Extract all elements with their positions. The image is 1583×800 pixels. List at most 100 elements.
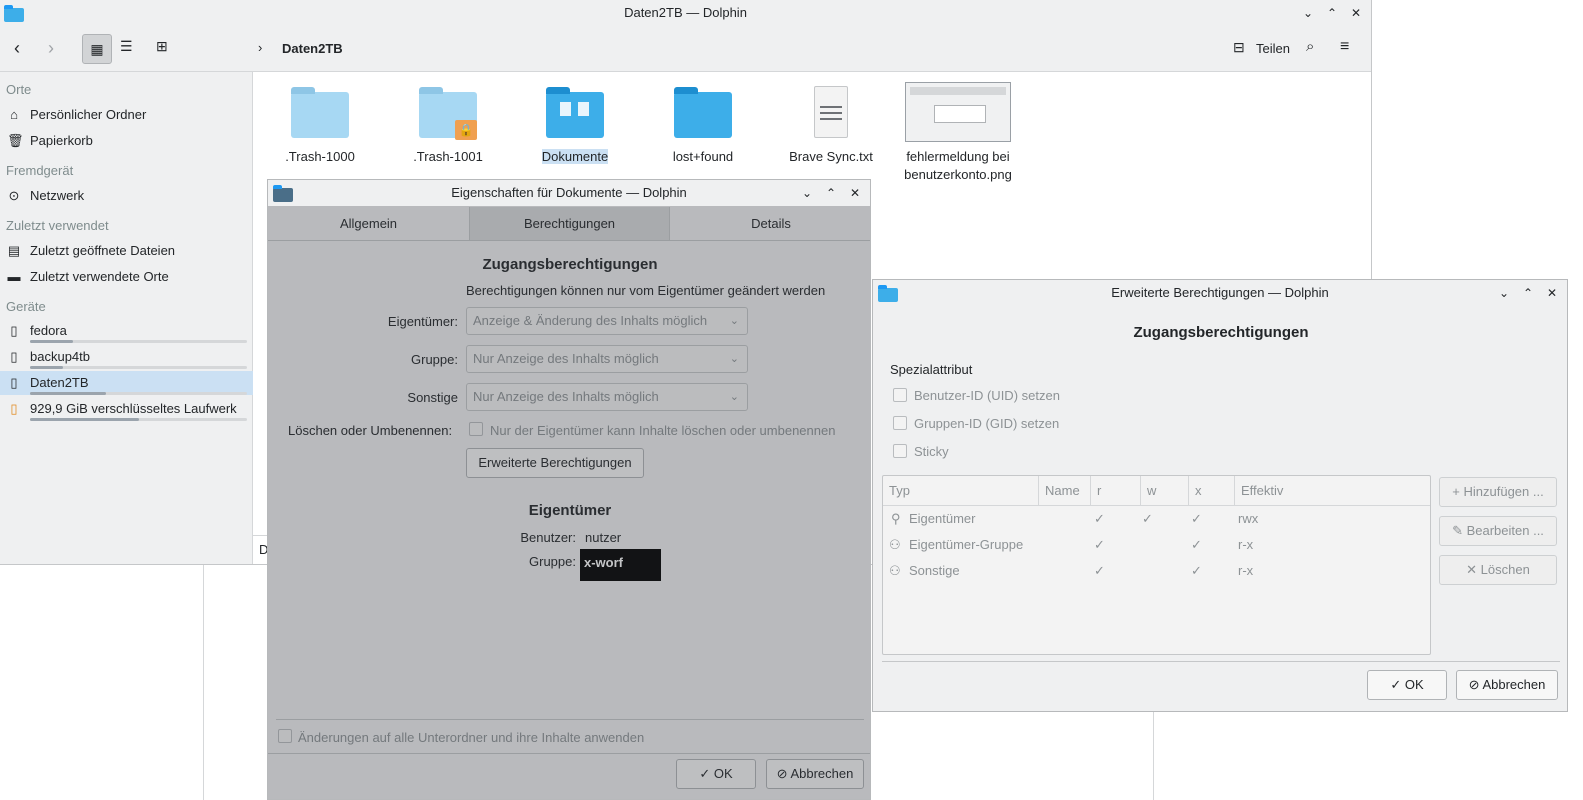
modal-dim-overlay <box>268 206 870 799</box>
row-effective: r-x <box>1238 563 1254 578</box>
minimize-button[interactable]: ⌄ <box>798 184 816 202</box>
sidebar-item-backup4tb[interactable]: ▯ backup4tb <box>0 345 253 369</box>
devices-header: Geräte <box>6 299 46 314</box>
file-item[interactable]: .Trash-1000 <box>260 86 380 166</box>
sidebar-item-recent-places[interactable]: ▬ Zuletzt verwendete Orte <box>0 265 253 289</box>
usage-bar-fill <box>30 392 106 395</box>
sidebar-item-label: Zuletzt verwendete Orte <box>30 269 169 284</box>
places-sidebar: Orte ⌂ Persönlicher Ordner 🗑 Papierkorb Fr… <box>0 72 253 564</box>
minimize-button[interactable]: ⌄ <box>1495 284 1513 302</box>
sidebar-item-trash[interactable]: 🗑 Papierkorb <box>0 129 253 153</box>
sidebar-item-encrypted-drive[interactable]: ▯ 929,9 GiB verschlüsseltes Laufwerk <box>0 397 253 421</box>
ok-label: OK <box>1404 677 1424 692</box>
sidebar-item-label: Papierkorb <box>30 133 93 148</box>
row-r: ✓ <box>1094 537 1105 552</box>
column-header-x[interactable]: x <box>1189 476 1235 506</box>
edit-entry-button[interactable]: ✎ Bearbeiten ... <box>1439 516 1557 546</box>
home-icon: ⌂ <box>10 107 18 122</box>
maximize-button[interactable]: ⌃ <box>822 184 840 202</box>
folder-icon <box>291 86 349 138</box>
column-header-name[interactable]: Name <box>1039 476 1091 506</box>
cancel-button[interactable]: ⊘ Abbrechen <box>1456 670 1558 700</box>
file-item[interactable]: Dokumente <box>515 86 635 166</box>
row-x: ✓ <box>1191 511 1202 526</box>
advanced-titlebar[interactable]: Erweiterte Berechtigungen — Dolphin ⌄ ⌃ … <box>873 280 1567 306</box>
table-row[interactable]: ⚇ Sonstige ✓ ✓ r-x <box>883 558 1430 584</box>
main-titlebar[interactable]: Daten2TB — Dolphin ⌄ ⌃ ✕ <box>0 0 1371 26</box>
usage-bar-fill <box>30 418 139 421</box>
add-entry-button[interactable]: + Hinzufügen ... <box>1439 477 1557 507</box>
sidebar-item-network[interactable]: ⊙ Netzwerk <box>0 184 253 208</box>
ok-button[interactable]: ✓ OK <box>1367 670 1447 700</box>
back-icon[interactable]: ‹ <box>14 38 20 59</box>
close-button[interactable]: ✕ <box>1543 284 1561 302</box>
app-folder-icon <box>878 285 898 302</box>
maximize-button[interactable]: ⌃ <box>1323 4 1341 22</box>
gid-checkbox[interactable] <box>893 416 907 430</box>
column-header-w[interactable]: w <box>1141 476 1189 506</box>
sticky-checkbox[interactable] <box>893 444 907 458</box>
sidebar-item-fedora[interactable]: ▯ fedora <box>0 319 253 343</box>
main-toolbar: ‹ › ▦ ☰ ⊞ › Daten2TB ⊟ Teilen ⌕ ≡ <box>0 26 1371 72</box>
file-item[interactable]: fehlermeldung bei benutzerkonto.png <box>898 82 1018 184</box>
sidebar-item-label: fedora <box>30 323 67 338</box>
table-row[interactable]: ⚇ Eigentümer-Gruppe ✓ ✓ r-x <box>883 532 1430 558</box>
file-item[interactable]: Brave Sync.txt <box>771 86 891 166</box>
file-item[interactable]: 🔒 .Trash-1001 <box>388 86 508 166</box>
properties-titlebar[interactable]: Eigenschaften für Dokumente — Dolphin ⌄ … <box>268 180 870 206</box>
main-title: Daten2TB — Dolphin <box>624 5 747 20</box>
documents-folder-icon <box>546 86 604 138</box>
sidebar-item-home[interactable]: ⌂ Persönlicher Ordner <box>0 103 253 127</box>
uid-label: Benutzer-ID (UID) setzen <box>914 388 1060 403</box>
properties-title: Eigenschaften für Dokumente — Dolphin <box>451 185 687 200</box>
delete-label: Löschen <box>1480 562 1530 577</box>
row-type: Eigentümer <box>909 511 976 526</box>
details-view-icon[interactable]: ⊞ <box>156 38 168 55</box>
close-button[interactable]: ✕ <box>1347 4 1365 22</box>
advanced-heading: Zugangsberechtigungen <box>1133 324 1309 341</box>
forward-icon[interactable]: › <box>48 38 54 59</box>
user-icon: ⚲ <box>891 511 901 526</box>
folder-icon <box>674 86 732 138</box>
encrypted-drive-icon: ▯ <box>10 401 18 416</box>
sidebar-item-daten2tb[interactable]: ▯ Daten2TB <box>0 371 253 395</box>
special-attr-header: Spezialattribut <box>890 362 973 377</box>
share-button[interactable]: Teilen <box>1256 41 1290 56</box>
hamburger-menu-icon[interactable]: ≡ <box>1340 38 1349 56</box>
sidebar-item-label: Netzwerk <box>30 188 85 203</box>
recent-places-icon: ▬ <box>7 269 21 284</box>
usage-bar-fill <box>30 366 63 369</box>
usage-bar-fill <box>30 340 74 343</box>
drive-icon: ▯ <box>10 375 18 390</box>
sidebar-item-recent-files[interactable]: ▤ Zuletzt geöffnete Dateien <box>0 239 253 263</box>
table-row[interactable]: ⚲ Eigentümer ✓ ✓ ✓ rwx <box>883 506 1430 532</box>
uid-checkbox[interactable] <box>893 388 907 402</box>
file-name-selected: Dokumente <box>541 149 609 164</box>
icons-view-icon[interactable]: ▦ <box>82 34 112 64</box>
breadcrumb-chevron-icon: › <box>258 40 263 55</box>
advanced-title: Erweiterte Berechtigungen — Dolphin <box>1111 285 1329 300</box>
image-thumbnail <box>905 82 1011 142</box>
search-icon[interactable]: ⌕ <box>1306 38 1314 55</box>
delete-entry-button[interactable]: ✕ Löschen <box>1439 555 1557 585</box>
column-header-r[interactable]: r <box>1091 476 1141 506</box>
minimize-button[interactable]: ⌄ <box>1299 4 1317 22</box>
compact-view-icon[interactable]: ☰ <box>120 38 133 55</box>
file-item[interactable]: lost+found <box>643 86 763 166</box>
usage-bar <box>30 340 247 343</box>
file-name: Brave Sync.txt <box>789 149 873 164</box>
pencil-icon: ✎ <box>1452 523 1467 538</box>
status-bar: D <box>253 535 268 563</box>
file-name: lost+found <box>672 149 734 164</box>
close-button[interactable]: ✕ <box>846 184 864 202</box>
cancel-icon: ⊘ <box>1468 677 1483 692</box>
recent-header: Zuletzt verwendet <box>6 218 109 233</box>
breadcrumb[interactable]: Daten2TB <box>282 41 343 56</box>
split-view-icon[interactable]: ⊟ <box>1233 39 1245 56</box>
column-header-effective[interactable]: Effektiv <box>1235 476 1430 506</box>
column-header-type[interactable]: Typ <box>883 476 1039 506</box>
maximize-button[interactable]: ⌃ <box>1519 284 1537 302</box>
x-icon: ✕ <box>1466 562 1481 577</box>
file-name: .Trash-1000 <box>285 149 355 164</box>
file-name: fehlermeldung bei benutzerkonto.png <box>904 149 1012 182</box>
